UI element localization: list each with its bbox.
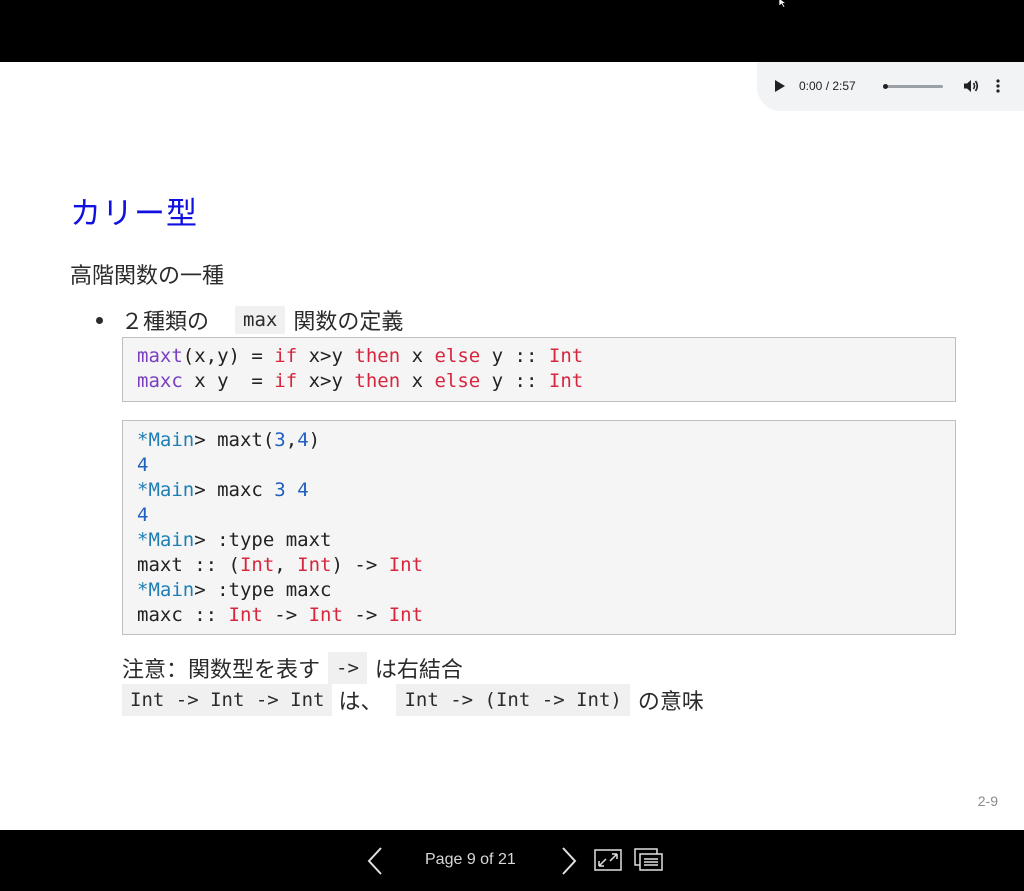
definition-code-token: Int [548,345,584,367]
definition-code-token: y :: [480,370,549,392]
top-bar [0,0,1024,62]
note1-inline-code: -> [328,652,367,684]
ghci-code-token: maxt :: ( [137,554,240,576]
bullet-dot-icon [96,316,103,324]
ghci-code-line: 4 [137,453,941,478]
definition-code-token: x [400,345,435,367]
definition-code-line: maxt(x,y) = if x>y then x else y :: Int [137,344,941,369]
ghci-code-token: *Main [137,579,195,601]
lead-text: 高階関数の一種 [70,264,225,289]
page-indicator: Page 9 of 21 [425,851,516,868]
audio-progress-thumb[interactable] [883,84,888,89]
ghci-code-token: -> [262,604,309,626]
definition-code-token: if [274,345,298,367]
ghci-code-token [286,479,297,501]
ghci-code-token: -> [342,604,389,626]
ghci-code-token: Int [308,604,343,626]
ghci-code-token: Int [388,554,424,576]
definition-code-token: y :: [480,345,549,367]
code-block-definitions: maxt(x,y) = if x>y then x else y :: Int m… [122,337,956,402]
definition-code-token: then [354,370,401,392]
note1-prefix: 注意：関数型を表す [122,658,321,683]
ghci-code-line: maxc :: Int -> Int -> Int [137,603,941,628]
note2-inline-code-1: Int -> Int -> Int [122,684,333,716]
bullet-item: ２種類の max 関数の定義 [96,304,403,336]
definition-code-token: Int [548,370,584,392]
bullet-inline-code: max [235,306,286,334]
ghci-code-token: *Main [137,429,195,451]
ghci-code-token: ) -> [331,554,389,576]
ghci-code-token: maxc :: [137,604,229,626]
ghci-code-line: 4 [137,503,941,528]
ghci-code-token: Int [297,554,332,576]
ghci-code-line: *Main> maxc 3 4 [137,478,941,503]
more-options-icon[interactable] [995,78,1001,94]
chevron-left-icon[interactable] [366,846,386,876]
play-icon[interactable] [775,80,785,92]
definition-code-token: (x,y) = [182,345,275,367]
slide: 0:00 / 2:57 カリー型 高階関数の一種 ２種類の max 関数の定義 … [0,62,1024,830]
ghci-code-token: 4 [297,479,309,501]
definition-code-token: if [274,370,298,392]
slide-page-number: 2-9 [977,793,998,809]
ghci-code-token: > maxc [194,479,275,501]
definition-code-token: x y = [182,370,275,392]
fullscreen-icon[interactable] [594,849,622,871]
ghci-code-token: 4 [297,429,309,451]
ghci-code-token: > :type maxt [194,529,332,551]
bottom-nav-bar: Page 9 of 21 [0,830,1024,891]
ghci-code-token: Int [388,604,424,626]
ghci-code-line: *Main> maxt(3,4) [137,428,941,453]
definition-code-token: x>y [297,345,355,367]
audio-progress-track[interactable] [883,85,943,88]
ghci-code-token: ) [308,429,321,451]
ghci-code-token: , [274,554,298,576]
bullet-suffix: 関数の定義 [293,310,404,335]
ghci-code-token: > :type maxc [194,579,332,601]
ghci-code-token: 3 [274,429,286,451]
audio-player: 0:00 / 2:57 [757,62,1024,111]
slide-title: カリー型 [70,196,198,232]
bullet-prefix: ２種類の [121,310,210,335]
chevron-right-icon[interactable] [558,846,578,876]
mouse-cursor-icon [778,0,788,8]
note2-mid: は、 [338,690,383,715]
note2-suffix: の意味 [637,690,704,715]
definition-code-token: maxt [137,345,183,367]
definition-code-token: then [354,345,401,367]
definition-code-token: maxc [137,370,183,392]
note-line-2: Int -> Int -> Int は、 Int -> (Int -> Int)… [122,684,704,716]
ghci-code-line: *Main> :type maxc [137,578,941,603]
ghci-code-token: > maxt( [194,429,275,451]
ghci-code-token: , [285,429,298,451]
ghci-code-token: Int [239,554,275,576]
ghci-code-token: 3 [274,479,286,501]
definition-code-token: else [434,345,481,367]
audio-time: 0:00 / 2:57 [799,79,856,93]
note2-inline-code-2: Int -> (Int -> Int) [396,684,630,716]
definition-code-token: x>y [297,370,355,392]
ghci-code-token: *Main [137,479,195,501]
slide-list-icon[interactable] [634,848,664,872]
note-line-1: 注意：関数型を表す -> は右結合 [122,652,463,684]
definition-code-token: else [434,370,481,392]
ghci-code-token: Int [228,604,263,626]
note1-suffix: は右結合 [374,658,463,683]
volume-icon[interactable] [963,78,979,94]
ghci-code-token: 4 [137,504,149,526]
ghci-code-token: 4 [137,454,149,476]
code-block-ghci-session: *Main> maxt(3,4) 4 *Main> maxc 3 4 4 *Main> … [122,420,956,635]
definition-code-line: maxc x y = if x>y then x else y :: Int [137,369,941,394]
ghci-code-line: maxt :: (Int, Int) -> Int [137,553,941,578]
ghci-code-token: *Main [137,529,195,551]
ghci-code-line: *Main> :type maxt [137,528,941,553]
definition-code-token: x [400,370,435,392]
